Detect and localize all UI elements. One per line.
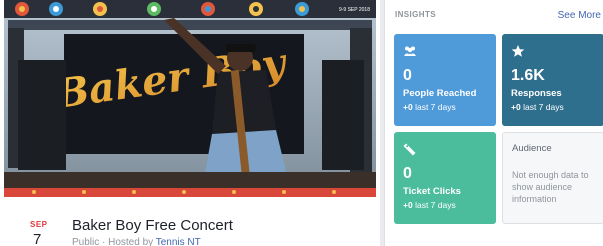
event-host-link[interactable]: Tennis NT xyxy=(156,237,201,246)
event-day: 7 xyxy=(33,231,42,246)
star-icon xyxy=(511,45,525,57)
audience-tile[interactable]: Audience Not enough data to show audienc… xyxy=(502,132,603,224)
responses-count: 1.6K xyxy=(511,67,545,84)
insights-header: INSIGHTS xyxy=(395,10,436,19)
responses-label: Responses xyxy=(511,88,562,99)
people-reached-label: People Reached xyxy=(403,88,477,99)
event-privacy-text: Public · Hosted by xyxy=(72,237,156,246)
event-subtitle: Public · Hosted by Tennis NT xyxy=(72,237,201,246)
ticket-clicks-count: 0 xyxy=(403,165,412,182)
audience-note: Not enough data to show audience informa… xyxy=(512,170,589,204)
event-meta: SEP 7 Baker Boy Free Concert Public · Ho… xyxy=(0,200,380,246)
audience-title: Audience xyxy=(512,143,552,154)
people-reached-count: 0 xyxy=(403,67,412,84)
see-more-link[interactable]: See More xyxy=(558,10,601,21)
ticket-icon xyxy=(403,143,416,156)
cover-corner-text: 9-9 SEP 2018 xyxy=(339,7,370,13)
event-title[interactable]: Baker Boy Free Concert xyxy=(72,217,233,234)
ticket-clicks-label: Ticket Clicks xyxy=(403,186,461,197)
ticket-clicks-delta: +0 last 7 days xyxy=(403,200,456,210)
people-icon xyxy=(404,46,416,56)
insights-panel: INSIGHTS See More 0 People Reached +0 la… xyxy=(384,0,603,246)
responses-tile[interactable]: 1.6K Responses +0 last 7 days xyxy=(502,34,603,126)
people-reached-delta: +0 last 7 days xyxy=(403,102,456,112)
concert-photo: 9-9 SEP 2018 Baker Boy xyxy=(4,0,376,197)
event-month: SEP xyxy=(30,220,48,229)
responses-delta: +0 last 7 days xyxy=(511,102,564,112)
event-cover-photo[interactable]: 9-9 SEP 2018 Baker Boy xyxy=(4,0,376,197)
ticket-clicks-tile[interactable]: 0 Ticket Clicks +0 last 7 days xyxy=(394,132,496,224)
event-card: 9-9 SEP 2018 Baker Boy SEP 7 Baker Boy F… xyxy=(0,0,380,246)
event-page: 9-9 SEP 2018 Baker Boy SEP 7 Baker Boy F… xyxy=(0,0,603,246)
people-reached-tile[interactable]: 0 People Reached +0 last 7 days xyxy=(394,34,496,126)
